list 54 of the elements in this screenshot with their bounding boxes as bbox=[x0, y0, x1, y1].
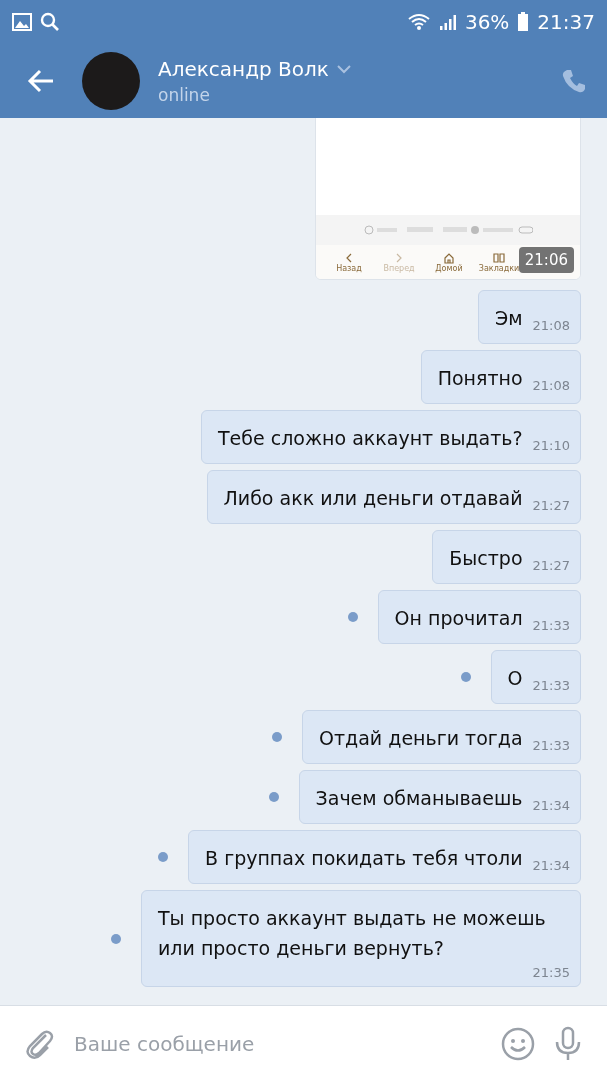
message-text: Зачем обманываешь bbox=[315, 786, 523, 811]
message-time: 21:34 bbox=[532, 798, 570, 813]
browser-nav-label: Закладки bbox=[478, 263, 520, 273]
message-time: 21:33 bbox=[532, 618, 570, 633]
message-time: 21:08 bbox=[532, 318, 570, 333]
browser-nav-label: Назад bbox=[336, 263, 362, 273]
battery-icon bbox=[517, 12, 530, 32]
message-time: 21:27 bbox=[532, 558, 570, 573]
message-text: Либо акк или деньги отдавай bbox=[223, 486, 523, 511]
book-icon bbox=[493, 251, 505, 264]
wifi-icon bbox=[406, 12, 431, 32]
message-text: Эм bbox=[494, 306, 523, 331]
clock-time: 21:37 bbox=[537, 10, 595, 34]
browser-nav-label: Вперед bbox=[383, 263, 415, 273]
message-time: 21:33 bbox=[532, 738, 570, 753]
phone-icon[interactable] bbox=[561, 68, 587, 94]
message-text: Ты просто аккаунт выдать не можешь или просто деньги вернуть? bbox=[158, 906, 547, 961]
message-time: 21:06 bbox=[518, 247, 574, 273]
contact-name[interactable]: Александр Волк bbox=[158, 57, 329, 81]
message-text: Тебе сложно аккаунт выдать? bbox=[218, 426, 523, 451]
search-icon bbox=[40, 12, 60, 32]
message-time: 21:10 bbox=[532, 438, 570, 453]
battery-percent: 36% bbox=[464, 10, 510, 34]
message-time: 21:08 bbox=[532, 378, 570, 393]
message-bubble[interactable]: Быстро 21:27 bbox=[432, 530, 581, 584]
smiley-icon[interactable] bbox=[501, 1026, 535, 1061]
message-bubble[interactable]: Отдай деньги тогда 21:33 bbox=[302, 710, 581, 764]
message-bubble[interactable]: В группах покидать тебя чтоли 21:34 bbox=[188, 830, 581, 884]
online-status: online bbox=[158, 85, 211, 105]
microphone-icon[interactable] bbox=[553, 1025, 583, 1062]
signal-icon bbox=[438, 13, 457, 31]
avatar[interactable] bbox=[82, 52, 140, 110]
chevron-down-icon[interactable] bbox=[336, 64, 351, 74]
message-text: В группах покидать тебя чтоли bbox=[205, 846, 523, 871]
message-text: О bbox=[507, 666, 523, 691]
message-text: Понятно bbox=[437, 366, 523, 391]
message-text: Отдай деньги тогда bbox=[319, 726, 523, 751]
message-time: 21:34 bbox=[532, 858, 570, 873]
message-time: 21:27 bbox=[532, 498, 570, 513]
message-bubble[interactable]: Зачем обманываешь 21:34 bbox=[298, 770, 581, 824]
message-bubble[interactable]: Тебе сложно аккаунт выдать? 21:10 bbox=[201, 410, 581, 464]
message-time: 21:33 bbox=[532, 678, 570, 693]
message-bubble[interactable]: Эм 21:08 bbox=[477, 290, 581, 344]
browser-nav-label: Домой bbox=[435, 263, 463, 273]
home-icon bbox=[443, 251, 455, 264]
message-time: 21:35 bbox=[532, 965, 570, 980]
message-text: Он прочитал bbox=[394, 606, 523, 631]
message-bubble[interactable]: Понятно 21:08 bbox=[420, 350, 581, 404]
gallery-icon bbox=[12, 13, 32, 31]
message-bubble[interactable]: О 21:33 bbox=[490, 650, 581, 704]
message-text: Быстро bbox=[449, 546, 523, 571]
message-bubble[interactable]: Ты просто аккаунт выдать не можешь или просто деньги вернуть? 21:35 bbox=[141, 890, 581, 987]
message-bubble[interactable]: Он прочитал 21:33 bbox=[377, 590, 581, 644]
message-bubble[interactable]: Либо акк или деньги отдавай 21:27 bbox=[206, 470, 581, 524]
